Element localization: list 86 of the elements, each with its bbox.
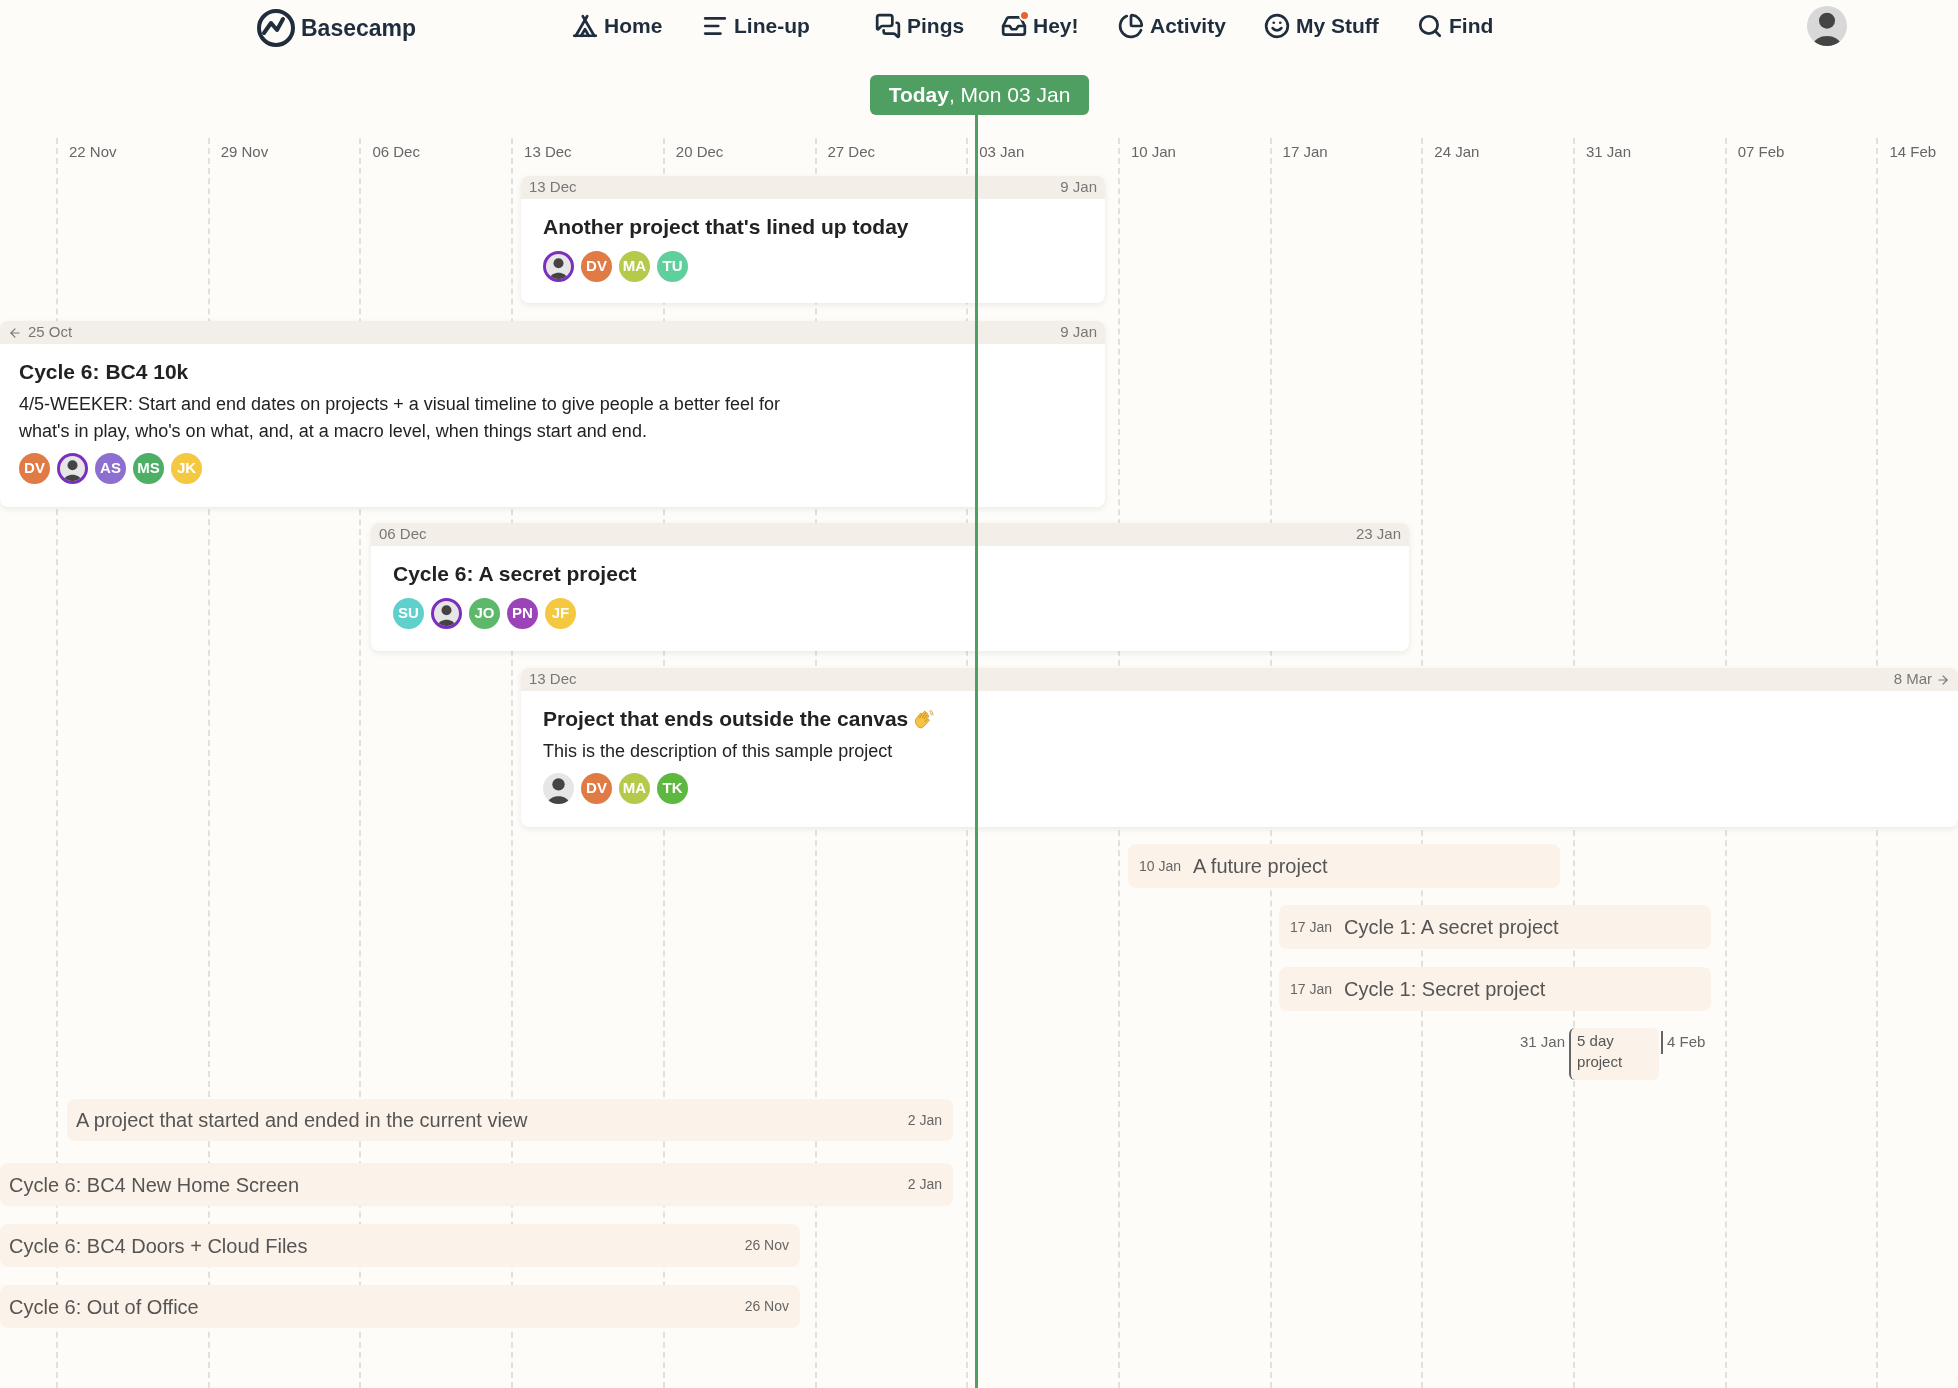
start-date: 31 Jan — [1520, 1032, 1566, 1052]
project-title: Cycle 6: A secret project — [393, 561, 637, 587]
nav-link[interactable]: Home — [572, 10, 663, 42]
start-date: 13 Dec — [529, 669, 577, 690]
project-pill[interactable]: 10 Jan A future project — [1128, 844, 1560, 888]
waving-hand-icon — [912, 707, 935, 730]
avatar: MA — [619, 772, 650, 804]
start-date: 17 Jan — [1290, 979, 1333, 999]
nav-link[interactable]: Pings — [875, 10, 965, 42]
avatar: MS — [133, 452, 164, 484]
project-card[interactable]: 06 Dec 23 Jan Cycle 6: A secret project SU JO PN JF — [371, 523, 1409, 651]
avatar: MA — [619, 250, 650, 282]
project-title: Cycle 6: BC4 10k — [19, 359, 189, 385]
avatar: AS — [95, 452, 126, 484]
nav-link[interactable]: Hey! — [1001, 10, 1079, 42]
end-date: 9 Jan — [1060, 177, 1097, 198]
project-pill[interactable]: 5 day project — [1569, 1028, 1660, 1080]
end-date: 2 Jan — [907, 1110, 942, 1130]
week-label: 06 Dec — [372, 142, 420, 162]
end-date: 26 Nov — [744, 1236, 789, 1255]
project-description: 4/5-WEEKER: Start and end dates on projects + a visual timeline to give people a better feel for what's in play, who's on what, and, at a macro level, when things start and end. — [19, 392, 781, 443]
nav-link[interactable]: My Stuff — [1264, 10, 1379, 42]
end-date: 8 Mar — [1893, 669, 1932, 690]
start-date: 17 Jan — [1290, 917, 1333, 937]
avatar: SU — [393, 597, 424, 629]
project-pill[interactable]: Cycle 6: BC4 New Home Screen 2 Jan — [0, 1163, 953, 1206]
end-date: 4 Feb — [1661, 1031, 1706, 1054]
app-logo[interactable]: Basecamp — [256, 8, 417, 48]
project-title: Cycle 6: Out of Office — [9, 1294, 199, 1320]
week-label: 14 Feb — [1889, 142, 1937, 162]
project-title: A project that started and ended in the current view — [76, 1108, 528, 1133]
week-label: 10 Jan — [1130, 142, 1176, 162]
avatar: JF — [545, 597, 576, 629]
search-icon — [1417, 12, 1443, 39]
project-card[interactable]: 13 Dec 8 Mar Project that ends outside the canvas This is the description of this sample project DV MA TK — [521, 668, 1958, 827]
start-date: 13 Dec — [529, 177, 577, 198]
profile-avatar[interactable] — [1807, 6, 1847, 46]
project-title: Cycle 6: BC4 New Home Screen — [9, 1172, 300, 1198]
pie-chart-icon — [1118, 12, 1144, 39]
mountain-logo-icon — [256, 8, 296, 48]
project-title: Cycle 1: Secret project — [1344, 977, 1546, 1002]
start-date: 25 Oct — [28, 322, 73, 343]
week-label: 03 Jan — [979, 142, 1025, 162]
project-pill[interactable]: Cycle 6: BC4 Doors + Cloud Files 26 Nov — [0, 1224, 800, 1267]
start-date: 10 Jan — [1139, 856, 1182, 876]
project-title: Cycle 6: BC4 Doors + Cloud Files — [9, 1233, 308, 1259]
project-title: Another project that's lined up today — [543, 214, 909, 240]
today-badge: Today, Mon 03 Jan — [870, 75, 1089, 115]
end-date: 2 Jan — [907, 1175, 942, 1194]
week-label: 29 Nov — [220, 142, 269, 162]
avatar: DV — [19, 452, 50, 484]
nav-link[interactable]: Find — [1417, 10, 1494, 42]
start-date: 06 Dec — [379, 524, 427, 545]
avatar: TK — [657, 772, 688, 804]
week-label: 20 Dec — [675, 142, 724, 162]
avatar: JK — [171, 452, 202, 484]
nav-link[interactable]: Line-up — [702, 10, 810, 42]
chat-bubbles-icon — [875, 12, 901, 39]
project-title: Cycle 1: A secret project — [1344, 915, 1559, 940]
week-label: 31 Jan — [1586, 142, 1632, 162]
week-label: 24 Jan — [1434, 142, 1480, 162]
project-description: This is the description of this sample project — [543, 739, 894, 763]
week-label: 07 Feb — [1737, 142, 1785, 162]
project-pill[interactable]: A project that started and ended in the current view 2 Jan — [67, 1099, 953, 1141]
project-pill[interactable]: Cycle 6: Out of Office 26 Nov — [0, 1285, 800, 1328]
smiley-icon — [1264, 12, 1290, 39]
project-title: A future project — [1193, 854, 1328, 879]
avatar: JO — [469, 597, 500, 629]
project-card[interactable]: 13 Dec 9 Jan Another project that's lined up today DV MA TU — [521, 176, 1105, 303]
nav-link[interactable]: Activity — [1118, 10, 1226, 42]
tent-icon — [572, 12, 598, 39]
avatar: DV — [581, 772, 612, 804]
week-label: 17 Jan — [1282, 142, 1328, 162]
avatar: DV — [581, 250, 612, 282]
end-date: 9 Jan — [1060, 322, 1097, 343]
week-label: 13 Dec — [524, 142, 572, 162]
week-label: 22 Nov — [69, 142, 117, 162]
project-card[interactable] — [0, 321, 1105, 507]
avatar: TU — [657, 250, 688, 282]
avatar: PN — [507, 597, 538, 629]
project-pill[interactable]: 17 Jan Cycle 1: A secret project — [1279, 905, 1711, 949]
end-date: 26 Nov — [744, 1297, 789, 1316]
week-label: 27 Dec — [827, 142, 876, 162]
end-date: 23 Jan — [1355, 524, 1401, 545]
project-title: Project that ends outside the canvas — [543, 706, 909, 732]
project-pill[interactable]: 17 Jan Cycle 1: Secret project — [1279, 967, 1711, 1011]
